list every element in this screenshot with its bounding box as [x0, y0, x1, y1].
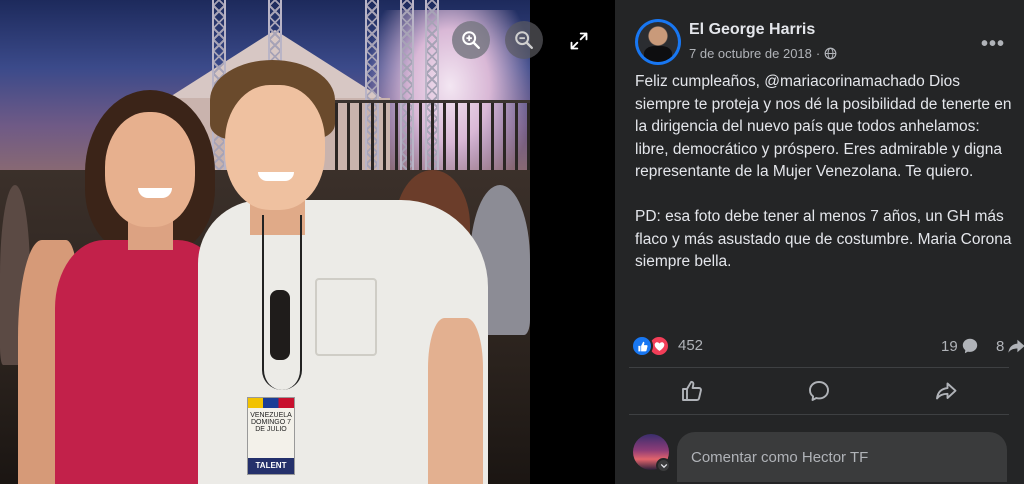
profile-switch-button[interactable] [656, 458, 671, 473]
reaction-icons[interactable] [631, 335, 670, 357]
reactions-bar: 452 19 8 [631, 335, 1024, 359]
zoom-out-icon [515, 31, 533, 49]
woman-face [105, 112, 195, 227]
like-reaction-icon [631, 335, 653, 357]
comment-input[interactable] [677, 432, 1007, 482]
post-actions [629, 368, 1009, 414]
post-date[interactable]: 7 de octubre de 2018 [689, 46, 812, 61]
event-badge: VENEZUELA DOMINGO 7 DE JULIO TALENT [247, 397, 295, 475]
expand-icon [570, 32, 588, 50]
chevron-down-icon [660, 463, 667, 468]
sunglasses [270, 290, 290, 360]
shirt-pocket [315, 278, 377, 356]
comment-button[interactable] [756, 368, 883, 414]
meta-separator: · [815, 46, 821, 61]
comments-count[interactable]: 19 [941, 337, 979, 355]
shares-count[interactable]: 8 [996, 337, 1024, 355]
author-avatar-image [638, 22, 678, 62]
thumbs-up-icon [682, 380, 703, 401]
post-sidebar: El George Harris 7 de octubre de 2018 · … [615, 0, 1024, 484]
comment-bubble-icon [962, 338, 977, 354]
share-arrow-icon [1008, 339, 1024, 353]
woman-smile [138, 188, 172, 198]
zoom-out-button[interactable] [505, 21, 543, 59]
divider-bottom [629, 414, 1009, 415]
author-avatar[interactable] [635, 19, 681, 65]
like-button[interactable] [629, 368, 756, 414]
post-meta: 7 de octubre de 2018 · [689, 46, 837, 61]
comment-icon [809, 381, 829, 401]
more-options-button[interactable]: ••• [976, 27, 1010, 61]
man-arm [428, 318, 483, 484]
man-face [225, 85, 325, 210]
fullscreen-button[interactable] [562, 24, 596, 58]
zoom-in-button[interactable] [452, 21, 490, 59]
comment-composer [633, 432, 1013, 484]
badge-flag-stripe [248, 398, 294, 408]
post-photo[interactable]: VENEZUELA DOMINGO 7 DE JULIO TALENT [0, 0, 530, 484]
reactions-count[interactable]: 452 [678, 337, 703, 354]
post-header: El George Harris 7 de octubre de 2018 · … [635, 19, 1010, 69]
badge-label: TALENT [248, 458, 294, 474]
photo-viewer: VENEZUELA DOMINGO 7 DE JULIO TALENT [0, 0, 615, 484]
man-smile [258, 172, 294, 181]
badge-text: VENEZUELA DOMINGO 7 DE JULIO [250, 412, 292, 433]
shares-count-value: 8 [996, 337, 1005, 355]
more-icon: ••• [980, 32, 1005, 55]
share-button[interactable] [882, 368, 1009, 414]
globe-icon[interactable] [824, 47, 837, 60]
post-text: Feliz cumpleaños, @mariacorinamachado Di… [635, 73, 1012, 270]
comments-count-value: 19 [941, 337, 958, 355]
share-icon [935, 382, 957, 400]
zoom-in-icon [462, 31, 480, 49]
author-name[interactable]: El George Harris [689, 21, 815, 39]
